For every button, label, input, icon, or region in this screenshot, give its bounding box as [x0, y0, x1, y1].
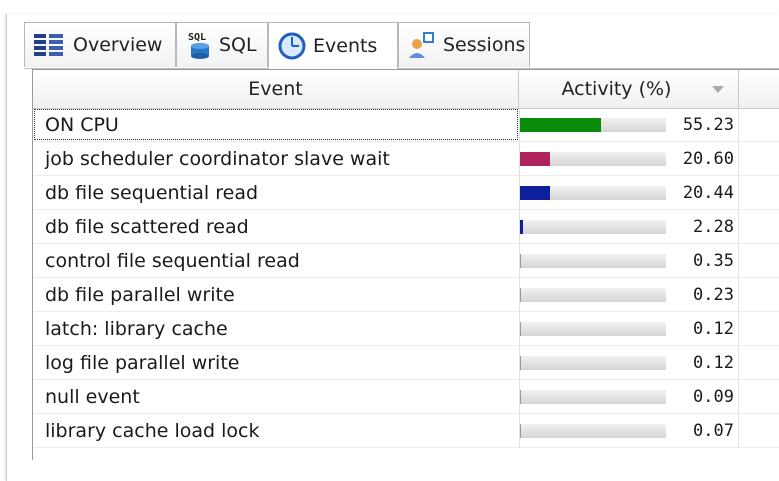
activity-cell: 0.09 — [519, 380, 739, 413]
overview-icon — [33, 30, 67, 60]
event-name-cell: latch: library cache — [45, 317, 228, 340]
event-name-cell: db file scattered read — [45, 215, 249, 238]
activity-bar-track — [520, 424, 666, 438]
activity-value: 0.09 — [693, 386, 734, 407]
event-name-cell: control file sequential read — [45, 249, 300, 272]
event-name-cell: null event — [45, 385, 140, 408]
activity-bar-track — [520, 322, 666, 336]
tab-events[interactable]: Events — [268, 22, 398, 69]
event-name-cell: log file parallel write — [45, 351, 240, 374]
table-header: Event Activity (%) — [33, 70, 779, 109]
table-row[interactable]: db file scattered read 2.28 — [33, 210, 779, 244]
tab-sessions[interactable]: Sessions — [398, 22, 530, 67]
activity-value: 55.23 — [682, 114, 734, 135]
table-row[interactable]: latch: library cache 0.12 — [33, 312, 779, 346]
column-header-activity-label: Activity (%) — [561, 78, 672, 100]
activity-cell: 0.12 — [519, 346, 739, 379]
activity-cell: 2.28 — [519, 210, 739, 243]
activity-cell: 0.12 — [519, 312, 739, 345]
event-name-cell: ON CPU — [33, 108, 519, 141]
activity-bar-fill — [520, 118, 601, 132]
sql-icon: SQL — [185, 30, 215, 60]
table-row[interactable]: db file parallel write 0.23 — [33, 278, 779, 312]
partial-table-row — [12, 454, 412, 460]
activity-bar-fill — [520, 186, 550, 200]
activity-cell: 20.44 — [519, 176, 739, 209]
activity-bar-fill — [520, 254, 521, 268]
activity-bar-track — [520, 356, 666, 370]
table-row[interactable]: null event 0.09 — [33, 380, 779, 414]
activity-value: 0.35 — [693, 250, 734, 271]
activity-value: 20.44 — [682, 182, 734, 203]
activity-cell: 55.23 — [519, 108, 739, 141]
tab-sql-label: SQL — [219, 34, 257, 56]
table-row[interactable]: db file sequential read 20.44 — [33, 176, 779, 210]
column-header-activity[interactable]: Activity (%) — [519, 70, 739, 108]
activity-value: 0.07 — [693, 420, 734, 441]
sort-descending-icon — [712, 86, 724, 93]
table-row[interactable]: library cache load lock 0.07 — [33, 414, 779, 448]
activity-bar-fill — [520, 152, 551, 166]
activity-value: 2.28 — [693, 216, 734, 237]
tab-strip: Overview SQL SQL Events Sessions — [24, 22, 779, 69]
activity-cell: 20.60 — [519, 142, 739, 175]
activity-value: 20.60 — [682, 148, 734, 169]
tab-overview[interactable]: Overview — [24, 22, 176, 67]
tab-sessions-label: Sessions — [443, 34, 526, 56]
activity-cell: 0.23 — [519, 278, 739, 311]
table-row[interactable]: control file sequential read 0.35 — [33, 244, 779, 278]
events-table: Event Activity (%) ON CPU 55.23 job schedu… — [32, 69, 779, 460]
activity-bar-track — [520, 186, 666, 200]
activity-cell: 0.35 — [519, 244, 739, 277]
column-header-event[interactable]: Event — [33, 70, 519, 108]
sql-icon-text: SQL — [188, 32, 206, 43]
table-row[interactable]: log file parallel write 0.12 — [33, 346, 779, 380]
activity-value: 0.12 — [693, 352, 734, 373]
tab-overview-label: Overview — [73, 34, 163, 56]
tab-sql[interactable]: SQL SQL — [176, 22, 268, 67]
activity-bar-track — [520, 254, 666, 268]
activity-bar-fill — [520, 220, 524, 234]
table-row[interactable]: job scheduler coordinator slave wait 20.6… — [33, 142, 779, 176]
clock-icon — [277, 31, 307, 61]
activity-cell: 0.07 — [519, 414, 739, 447]
sessions-icon — [407, 30, 437, 60]
event-name-cell: db file parallel write — [45, 283, 235, 306]
tab-events-label: Events — [313, 35, 378, 57]
activity-bar-track — [520, 288, 666, 302]
event-name-cell: library cache load lock — [45, 419, 260, 442]
activity-bar-track — [520, 152, 666, 166]
table-row[interactable]: ON CPU 55.23 — [33, 108, 779, 142]
event-name-cell: db file sequential read — [45, 181, 259, 204]
activity-bar-track — [520, 220, 666, 234]
event-name-cell: job scheduler coordinator slave wait — [45, 147, 390, 170]
activity-bar-track — [520, 390, 666, 404]
activity-bar-track — [520, 118, 666, 132]
activity-value: 0.12 — [693, 318, 734, 339]
activity-value: 0.23 — [693, 284, 734, 305]
